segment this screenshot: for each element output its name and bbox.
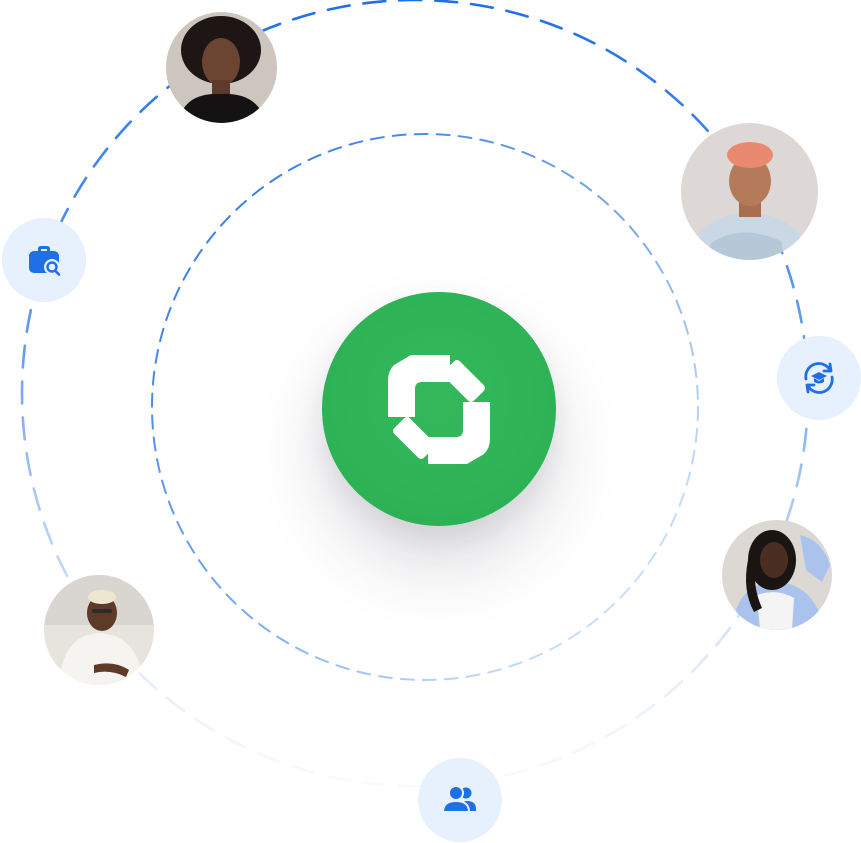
avatar-man-orange-hair[interactable] [681,123,818,260]
orbit-illustration [0,0,861,843]
education-badge[interactable] [777,336,861,420]
job-search-badge[interactable] [2,218,86,302]
portrait-image [681,123,818,260]
portrait-image [44,575,154,685]
center-logo [322,292,556,526]
portrait-image [722,520,832,630]
portrait-image [166,12,277,123]
avatar-woman-white-shirt[interactable] [44,575,154,685]
briefcase-search-icon [29,246,61,276]
avatar-woman-braids[interactable] [722,520,832,630]
brand-logo-icon [388,355,490,464]
graduation-cap-refresh-icon [804,362,834,394]
avatar-woman-black-top[interactable] [166,12,277,123]
community-badge[interactable] [418,758,502,842]
users-icon [441,785,476,813]
